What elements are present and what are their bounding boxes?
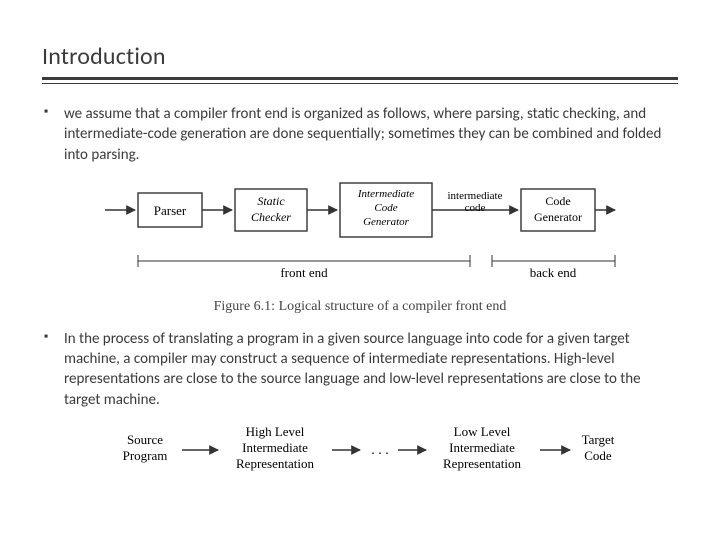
figure-representation-chain: Source Program High Level Intermediate R… [42, 420, 678, 484]
svg-text:Source: Source [127, 432, 163, 447]
svg-text:code: code [465, 202, 486, 214]
svg-text:intermediate: intermediate [448, 190, 503, 202]
svg-text:Code: Code [374, 202, 397, 214]
bullet-item: In the process of translating a program … [42, 329, 678, 410]
svg-text:Code: Code [545, 194, 570, 208]
title-rule-thick [42, 77, 678, 80]
bullet-item: we assume that a compiler front end is o… [42, 104, 678, 165]
svg-text:Intermediate: Intermediate [449, 440, 515, 455]
svg-text:Low Level: Low Level [454, 424, 511, 439]
svg-text:Program: Program [123, 448, 168, 463]
title-rule-thin [42, 83, 678, 84]
svg-text:Intermediate: Intermediate [242, 440, 308, 455]
svg-text:Target: Target [582, 432, 615, 447]
figure2-svg: Source Program High Level Intermediate R… [100, 420, 620, 484]
fig2-ellipsis: . . . [371, 443, 389, 458]
svg-text:Intermediate: Intermediate [357, 188, 414, 200]
svg-text:Generator: Generator [363, 216, 410, 228]
svg-text:Code: Code [584, 448, 612, 463]
fig1-box-parser: Parser [154, 203, 187, 218]
fig1-front-end-label: front end [280, 265, 328, 280]
svg-text:Checker: Checker [251, 210, 291, 224]
svg-text:Representation: Representation [236, 456, 314, 471]
slide: Introduction we assume that a compiler f… [0, 0, 720, 540]
figure1-caption: Figure 6.1: Logical structure of a compi… [42, 299, 678, 315]
fig1-back-end-label: back end [530, 265, 577, 280]
slide-title: Introduction [42, 42, 678, 71]
svg-text:Representation: Representation [443, 456, 521, 471]
bullet-list: we assume that a compiler front end is o… [42, 104, 678, 165]
svg-text:Static: Static [257, 194, 285, 208]
svg-text:Generator: Generator [534, 210, 582, 224]
figure1-svg: Parser Static Checker Intermediate Code … [100, 175, 620, 295]
bullet-list-2: In the process of translating a program … [42, 329, 678, 410]
svg-text:High Level: High Level [246, 424, 305, 439]
figure-compiler-front-end: Parser Static Checker Intermediate Code … [42, 175, 678, 315]
